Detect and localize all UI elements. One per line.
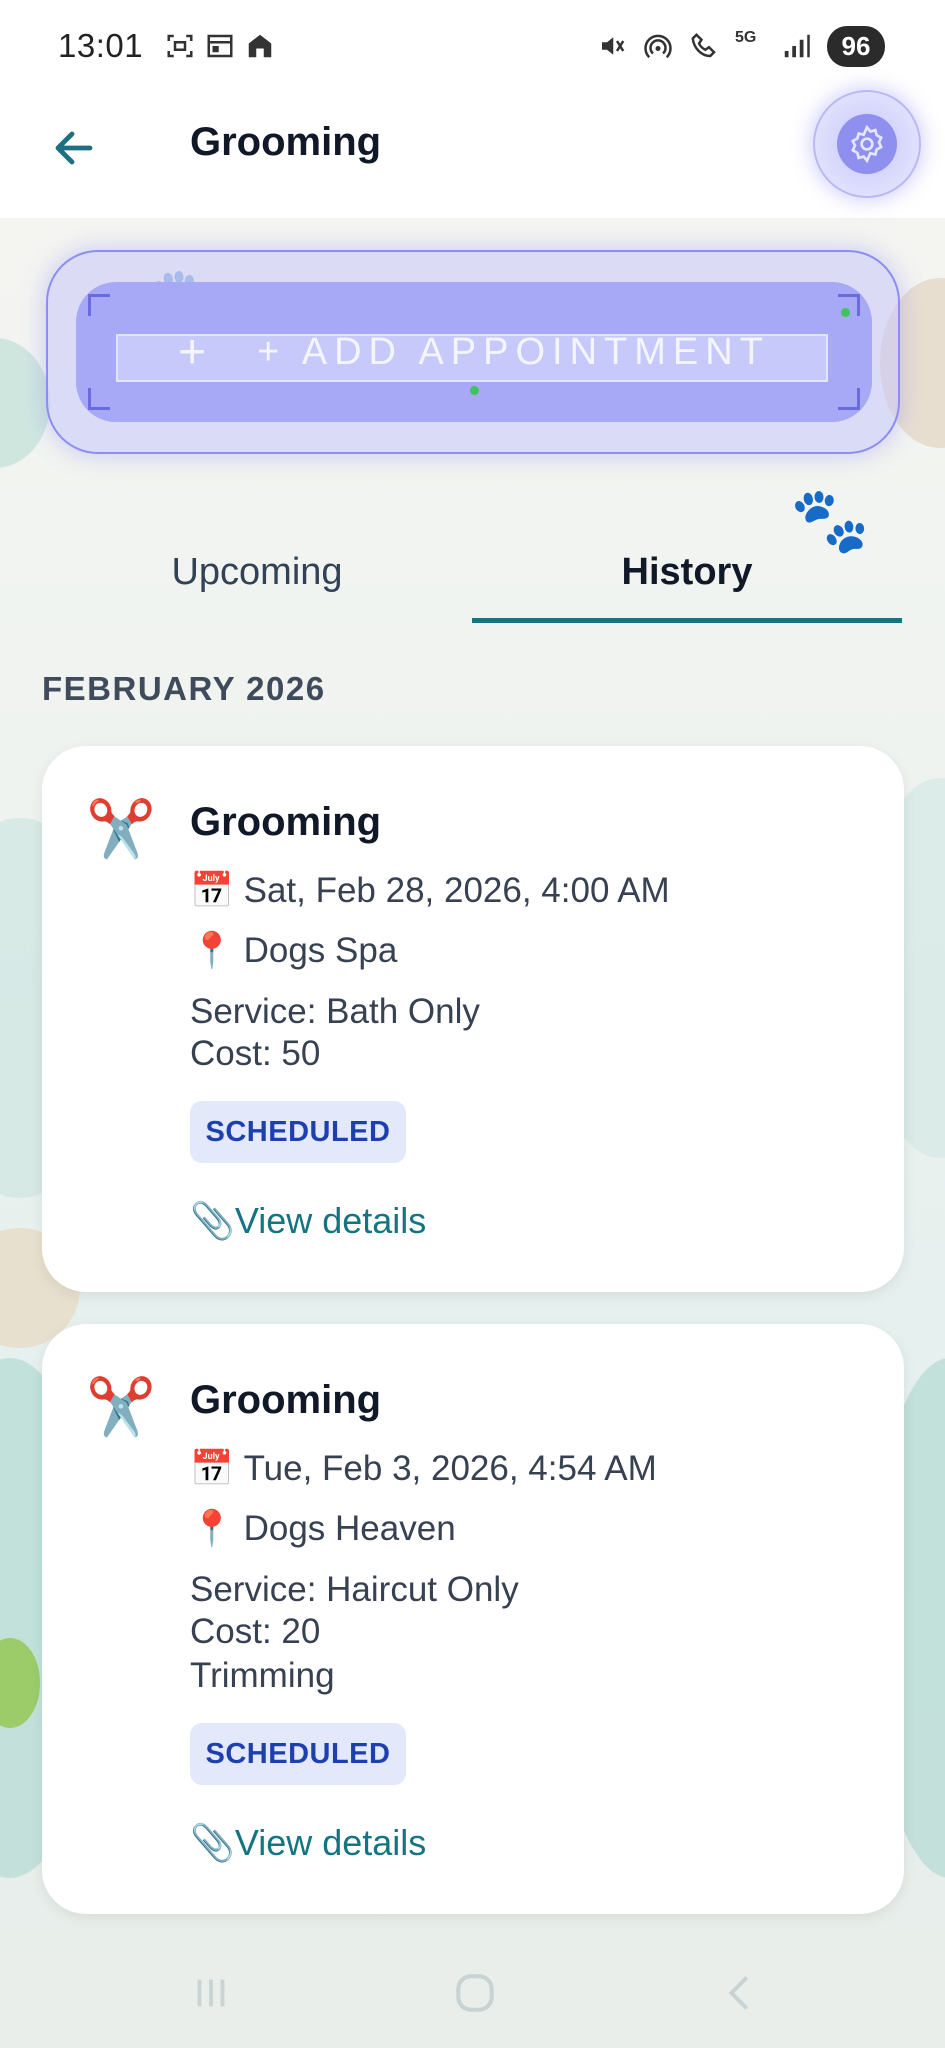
add-appointment-button[interactable]: + + ADD APPOINTMENT xyxy=(76,282,872,422)
tab-bar: Upcoming History xyxy=(42,520,902,624)
battery-indicator: 96 xyxy=(827,25,885,67)
appointment-date: Tue, Feb 3, 2026, 4:54 AM xyxy=(243,1449,657,1488)
appointment-location-row: 📍 Dogs Spa xyxy=(190,930,397,971)
view-details-label: View details xyxy=(234,1822,427,1863)
paperclip-icon: 📎 xyxy=(190,1822,235,1863)
back-button[interactable] xyxy=(44,118,104,178)
signal-icon xyxy=(784,34,810,58)
scissors-icon: ✂️ xyxy=(86,797,156,860)
system-back-button[interactable] xyxy=(706,1963,776,2023)
gear-icon xyxy=(837,114,897,174)
tab-upcoming[interactable]: Upcoming xyxy=(42,520,472,624)
mute-icon xyxy=(602,37,625,55)
scissors-icon: ✂️ xyxy=(86,1375,156,1438)
location-pin-icon: 📍 xyxy=(190,1509,234,1548)
paperclip-icon: 📎 xyxy=(190,1200,235,1241)
page-title: Grooming xyxy=(190,120,382,164)
appointment-date-row: 📅 Tue, Feb 3, 2026, 4:54 AM xyxy=(190,1448,657,1489)
month-header: FEBRUARY 2026 xyxy=(42,670,326,707)
status-badge: SCHEDULED xyxy=(190,1723,406,1785)
appointment-date: Sat, Feb 28, 2026, 4:00 AM xyxy=(243,871,670,910)
calendar-icon: 📅 xyxy=(190,1449,234,1488)
tab-history[interactable]: History xyxy=(472,520,902,624)
add-appointment-container: + + ADD APPOINTMENT xyxy=(46,250,900,454)
home-app-icon xyxy=(248,34,272,58)
appointment-notes: Trimming xyxy=(190,1656,335,1695)
appointment-card[interactable]: ✂️ Grooming 📅 Sat, Feb 28, 2026, 4:00 AM … xyxy=(42,746,904,1292)
appointment-service: Service: Bath Only xyxy=(190,992,480,1031)
recent-apps-button[interactable] xyxy=(176,1963,246,2023)
appointment-title: Grooming xyxy=(190,1378,382,1422)
appointment-cost: Cost: 50 xyxy=(190,1034,321,1073)
add-appointment-label: + ADD APPOINTMENT xyxy=(257,330,770,373)
background-blob xyxy=(0,338,50,468)
appointment-location-row: 📍 Dogs Heaven xyxy=(190,1508,456,1549)
system-nav-bar xyxy=(0,1935,945,2048)
appointment-card[interactable]: ✂️ Grooming 📅 Tue, Feb 3, 2026, 4:54 AM 📍… xyxy=(42,1324,904,1914)
screenshot-icon xyxy=(167,34,193,58)
calendar-icon xyxy=(207,34,233,58)
tab-indicator xyxy=(472,618,902,623)
hotspot-icon xyxy=(644,34,672,59)
view-details-link[interactable]: 📎View details xyxy=(190,1200,426,1242)
arrow-left-icon xyxy=(55,131,93,165)
appointment-title: Grooming xyxy=(190,800,382,844)
status-badge: SCHEDULED xyxy=(190,1101,406,1163)
status-time: 13:01 xyxy=(58,27,144,64)
appointment-cost: Cost: 20 xyxy=(190,1612,321,1651)
network-5g-icon: 5G xyxy=(735,29,757,46)
view-details-link[interactable]: 📎View details xyxy=(190,1822,426,1864)
location-pin-icon: 📍 xyxy=(190,931,234,970)
home-icon xyxy=(456,1974,494,2012)
appointment-date-row: 📅 Sat, Feb 28, 2026, 4:00 AM xyxy=(190,870,670,911)
status-bar: 13:01 5G 96 xyxy=(0,0,945,92)
add-appointment-label-wrap: + + ADD APPOINTMENT xyxy=(76,282,872,422)
settings-button[interactable] xyxy=(813,90,921,198)
app-bar: Grooming xyxy=(0,90,945,218)
appointment-location: Dogs Heaven xyxy=(243,1509,456,1548)
calendar-icon: 📅 xyxy=(190,871,234,910)
plus-icon: + xyxy=(178,325,214,379)
back-icon xyxy=(728,1976,749,2010)
home-button[interactable] xyxy=(440,1963,510,2023)
view-details-label: View details xyxy=(234,1200,427,1241)
appointment-service: Service: Haircut Only xyxy=(190,1570,519,1609)
wifi-call-icon xyxy=(691,32,716,58)
appointment-location: Dogs Spa xyxy=(243,931,398,970)
recent-apps-icon xyxy=(197,1979,225,2007)
